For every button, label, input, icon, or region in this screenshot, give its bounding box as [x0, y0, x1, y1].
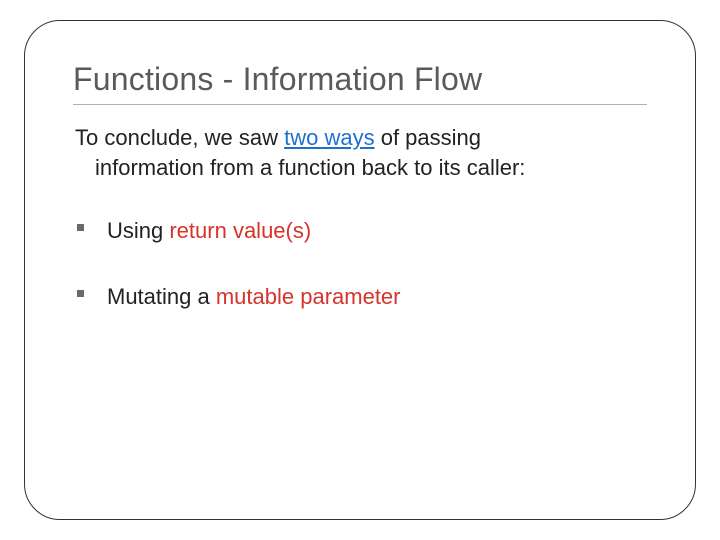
list-item: Mutating a mutable parameter [73, 282, 647, 312]
bullet-text-before: Mutating a [107, 284, 216, 309]
intro-text: To conclude, we saw two ways of passing … [73, 123, 647, 182]
intro-line2: information from a function back to its … [75, 153, 647, 183]
title-divider [73, 104, 647, 105]
intro-line1-suffix: of passing [375, 125, 481, 150]
slide: Functions - Information Flow To conclude… [0, 0, 720, 540]
list-item: Using return value(s) [73, 216, 647, 246]
bullet-highlight: mutable parameter [216, 284, 401, 309]
square-bullet-icon [77, 224, 84, 231]
slide-title: Functions - Information Flow [73, 61, 647, 98]
square-bullet-icon [77, 290, 84, 297]
bullet-list: Using return value(s) Mutating a mutable… [73, 216, 647, 311]
bullet-highlight: return value(s) [169, 218, 311, 243]
bullet-text-before: Using [107, 218, 169, 243]
intro-line1-prefix: To conclude, we saw [75, 125, 284, 150]
intro-highlight: two ways [284, 125, 374, 150]
slide-frame: Functions - Information Flow To conclude… [24, 20, 696, 520]
